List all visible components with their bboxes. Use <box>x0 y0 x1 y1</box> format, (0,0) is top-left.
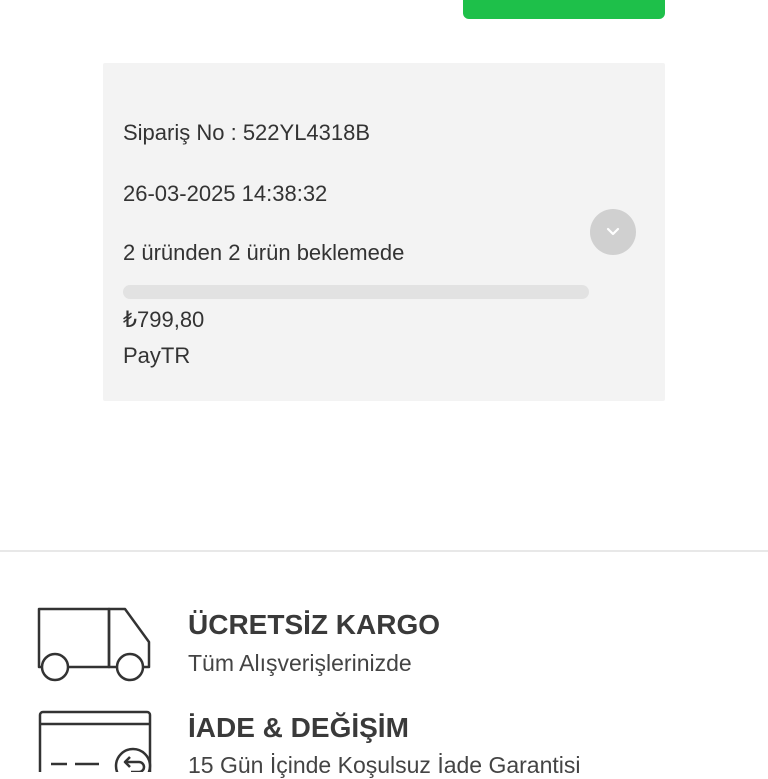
order-amount: ₺799,80 <box>123 307 205 332</box>
truck-icon <box>37 607 151 682</box>
order-status: 2 üründen 2 ürün beklemede <box>123 240 405 265</box>
feature-subtitle-returns: 15 Gün İçinde Koşulsuz İade Garantisi <box>188 752 581 778</box>
feature-title-shipping: ÜCRETSİZ KARGO <box>188 609 440 640</box>
order-datetime: 26-03-2025 14:38:32 <box>123 181 328 206</box>
order-progress-bar <box>123 285 589 299</box>
section-divider <box>0 550 768 552</box>
green-action-button[interactable] <box>463 0 665 19</box>
order-card[interactable]: Sipariş No : 522YL4318B 26-03-2025 14:38… <box>103 63 665 401</box>
order-number: Sipariş No : 522YL4318B <box>123 120 371 145</box>
chevron-down-icon <box>606 227 620 236</box>
feature-subtitle-shipping: Tüm Alışverişlerinizde <box>188 650 412 676</box>
expand-order-button[interactable] <box>590 209 636 255</box>
payment-method: PayTR <box>123 343 191 368</box>
card-return-icon <box>38 710 152 772</box>
feature-title-returns: İADE & DEĞİŞİM <box>188 712 409 743</box>
